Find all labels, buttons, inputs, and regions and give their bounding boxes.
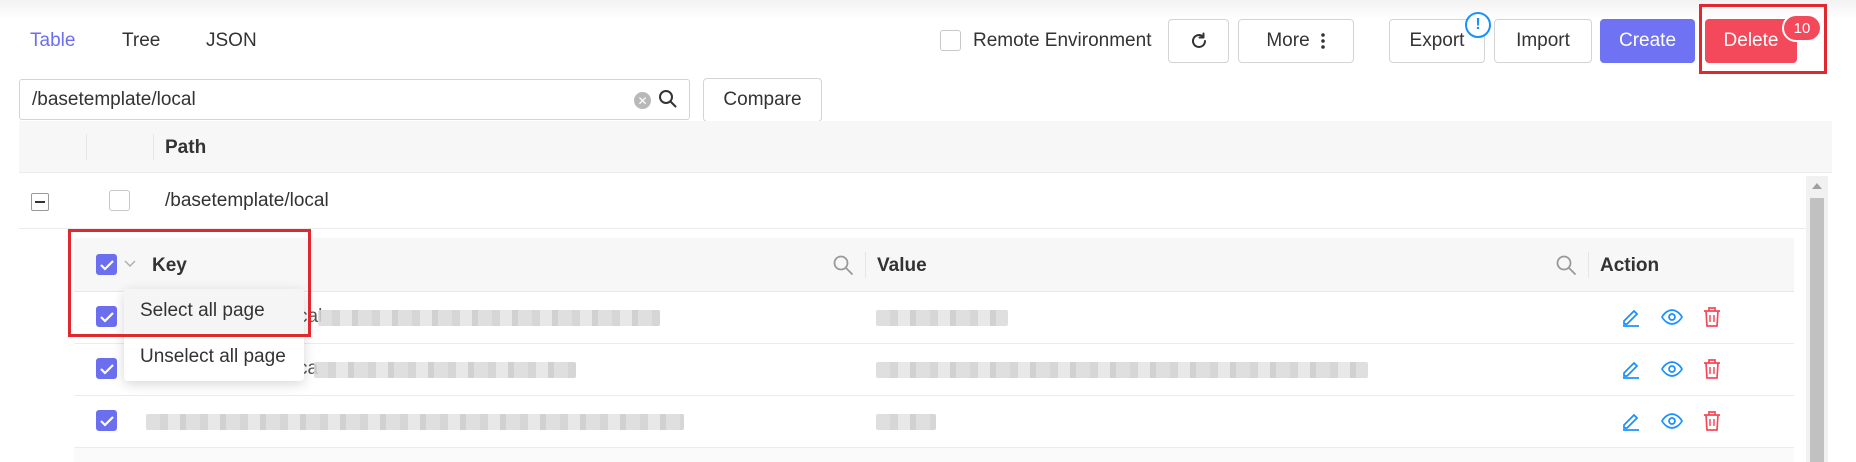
row-checkbox[interactable] — [96, 358, 117, 379]
redacted-key — [318, 310, 660, 326]
export-info-icon: ! — [1465, 12, 1491, 38]
menu-item-unselect-all-page[interactable]: Unselect all page — [124, 335, 304, 379]
redacted-key — [314, 362, 576, 378]
import-label: Import — [1516, 30, 1570, 51]
scroll-up-arrow-icon[interactable] — [1810, 180, 1824, 192]
delete-highlight-box — [1699, 4, 1827, 74]
column-header-action: Action — [1600, 255, 1660, 276]
redacted-value — [876, 362, 1368, 378]
redacted-value — [876, 414, 936, 430]
column-header-value: Value — [877, 255, 927, 276]
header-divider — [865, 252, 866, 278]
header-divider — [153, 134, 154, 160]
tab-table[interactable]: Table — [30, 30, 75, 52]
tab-tree[interactable]: Tree — [122, 30, 160, 52]
edit-icon[interactable] — [1620, 358, 1642, 380]
view-icon[interactable] — [1660, 358, 1684, 380]
view-icon[interactable] — [1660, 410, 1684, 432]
search-icon[interactable] — [658, 89, 678, 109]
value-search-icon[interactable] — [1555, 254, 1577, 276]
redacted-key — [146, 414, 684, 430]
remote-environment-label: Remote Environment — [973, 30, 1152, 51]
edit-icon[interactable] — [1620, 306, 1642, 328]
create-button[interactable]: Create — [1600, 19, 1695, 63]
group-path: /basetemplate/local — [165, 190, 329, 211]
scrollbar-thumb[interactable] — [1810, 198, 1824, 462]
header-divider — [86, 134, 87, 160]
clear-icon[interactable]: ✕ — [634, 92, 651, 109]
key-search-icon[interactable] — [832, 254, 854, 276]
view-icon[interactable] — [1660, 306, 1684, 328]
remote-environment-checkbox[interactable] — [940, 30, 961, 51]
create-label: Create — [1618, 30, 1677, 51]
delete-icon[interactable] — [1702, 358, 1722, 380]
tab-json[interactable]: JSON — [206, 30, 257, 52]
top-shade — [0, 0, 1856, 20]
path-search-box: ✕ — [19, 79, 690, 120]
select-all-highlight-box — [68, 229, 311, 337]
more-vertical-icon — [1320, 33, 1325, 49]
compare-label: Compare — [723, 89, 802, 110]
row-checkbox[interactable] — [96, 410, 117, 431]
refresh-icon — [1191, 32, 1206, 48]
table-header — [19, 121, 1832, 173]
import-button[interactable]: Import — [1494, 19, 1592, 63]
export-label: Export — [1409, 30, 1465, 51]
compare-button[interactable]: Compare — [703, 78, 822, 122]
nested-table-header — [74, 238, 1794, 292]
refresh-button[interactable] — [1168, 19, 1229, 63]
collapse-toggle[interactable] — [31, 193, 49, 211]
edit-icon[interactable] — [1620, 410, 1642, 432]
delete-icon[interactable] — [1702, 410, 1722, 432]
path-search-input[interactable] — [32, 88, 622, 112]
delete-icon[interactable] — [1702, 306, 1722, 328]
more-button[interactable]: More — [1238, 19, 1354, 63]
group-row-checkbox[interactable] — [109, 190, 130, 211]
column-header-path: Path — [165, 137, 207, 158]
header-divider — [1588, 252, 1589, 278]
more-label: More — [1266, 30, 1310, 51]
redacted-value — [876, 310, 1008, 326]
